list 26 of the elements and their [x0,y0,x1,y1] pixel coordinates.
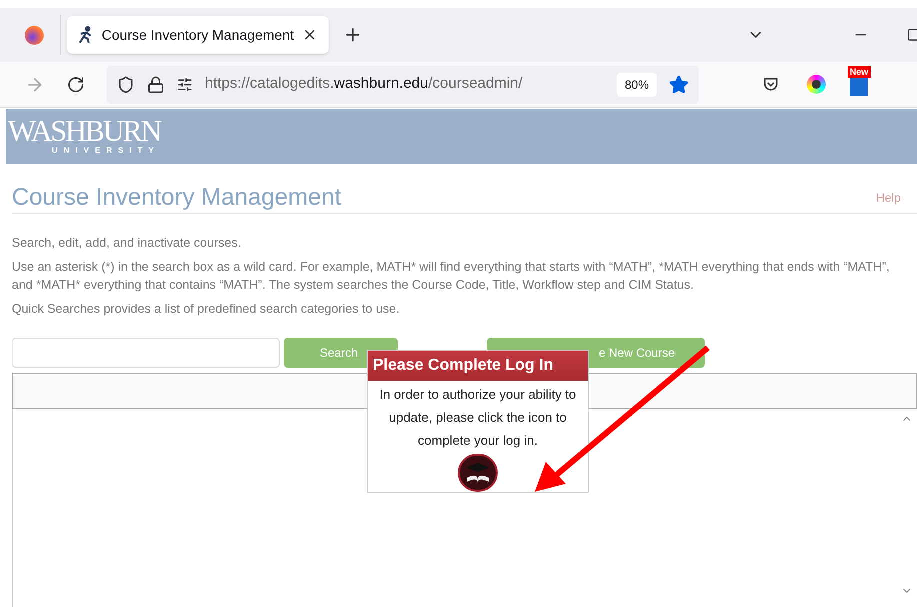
logo-subtext: UNIVERSITY [52,146,162,156]
logo-text: WASHBURN [8,118,162,146]
description-text: Use an asterisk (*) in the search box as a wild card. For example, MATH* will find everything that starts with “MATH”, *MATH everything that ends with “MATH”, and *MATH* everything that contains “MATH”. The system searches the Course Code, Title, Workflow step and CIM Status. [12,259,891,294]
permissions-icon[interactable] [177,76,193,92]
extension-icon[interactable] [807,75,826,94]
bookmark-star-icon[interactable] [669,74,689,94]
running-figure-icon [78,26,94,44]
maximize-icon[interactable] [907,28,917,42]
popup-title: Please Complete Log In [368,351,588,381]
new-badge: New [848,66,871,78]
popup-message: In order to authorize your ability to update, please click the icon to complete your log in. [378,386,578,450]
search-field[interactable] [12,338,280,368]
lock-icon[interactable] [147,76,165,94]
page-title: Course Inventory Management [12,182,342,212]
address-bar[interactable]: https://catalogedits.washburn.edu/courseadmin/ 80% [107,66,699,104]
tab-title: Course Inventory Management [102,26,294,45]
pocket-icon[interactable] [763,76,779,92]
description-text: Quick Searches provides a list of predefined search categories to use. [12,301,401,318]
browser-logo-icon[interactable] [25,26,44,44]
reload-icon[interactable] [67,76,85,94]
graduation-cap-book-icon[interactable] [458,454,498,492]
url-text: https://catalogedits.washburn.edu/courseadmin/ [205,74,523,94]
browser-tab[interactable]: Course Inventory Management [67,16,329,54]
description-text: Search, edit, add, and inactivate courses. [12,235,242,252]
zoom-level[interactable]: 80% [616,72,657,96]
shield-icon[interactable] [117,76,135,94]
